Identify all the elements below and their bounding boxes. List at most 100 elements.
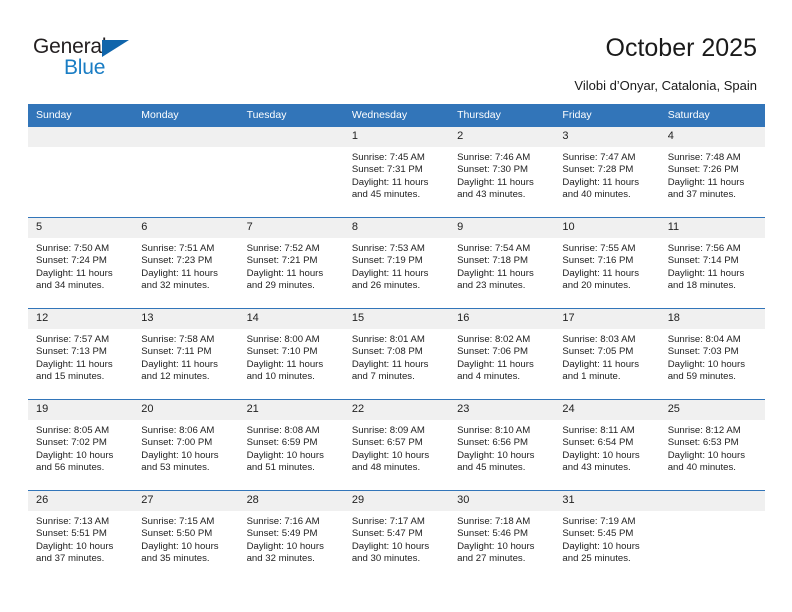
day-number: 4 bbox=[659, 127, 765, 147]
calendar-day-cell[interactable]: 15 Sunrise: 8:01 AM Sunset: 7:08 PM Dayligh… bbox=[343, 308, 450, 400]
day-number: 31 bbox=[554, 491, 660, 511]
daylight-text-line1: Daylight: 10 hours bbox=[667, 449, 746, 461]
day-cell-content: 2 Sunrise: 7:46 AM Sunset: 7:30 PM Daylight… bbox=[449, 127, 555, 217]
daylight-text-line2: and 1 minute. bbox=[562, 371, 621, 383]
calendar-day-cell[interactable]: 31 Sunrise: 7:19 AM Sunset: 5:45 PM Dayligh… bbox=[554, 490, 660, 581]
day-cell-content: 20 Sunrise: 8:06 AM Sunset: 7:00 PM Dayligh… bbox=[133, 400, 239, 490]
sunset-text: Sunset: 7:16 PM bbox=[562, 255, 634, 267]
calendar-week-row: 5 Sunrise: 7:50 AM Sunset: 7:24 PM Daylight… bbox=[28, 217, 765, 309]
sun-info: Sunrise: 8:06 AM Sunset: 7:00 PM Daylight:… bbox=[133, 420, 238, 475]
day-number: 16 bbox=[449, 309, 555, 329]
calendar-day-cell[interactable]: 10 Sunrise: 7:55 AM Sunset: 7:16 PM Dayligh… bbox=[554, 217, 660, 309]
logo-text-blue: Blue bbox=[64, 56, 106, 79]
calendar-day-cell[interactable]: 16 Sunrise: 8:02 AM Sunset: 7:06 PM Dayligh… bbox=[449, 308, 555, 400]
daylight-text-line2: and 4 minutes. bbox=[457, 371, 521, 383]
calendar-day-cell[interactable]: 14 Sunrise: 8:00 AM Sunset: 7:10 PM Dayligh… bbox=[238, 308, 344, 400]
page-subtitle: Vilobi d’Onyar, Catalonia, Spain bbox=[574, 78, 757, 93]
sun-info: Sunrise: 8:10 AM Sunset: 6:56 PM Daylight:… bbox=[449, 420, 554, 475]
calendar-day-cell[interactable]: 4 Sunrise: 7:48 AM Sunset: 7:26 PM Daylight… bbox=[659, 127, 765, 218]
sunrise-text: Sunrise: 7:51 AM bbox=[141, 243, 215, 254]
calendar-day-cell[interactable]: 9 Sunrise: 7:54 AM Sunset: 7:18 PM Daylight… bbox=[449, 217, 555, 309]
calendar-day-cell[interactable]: 19 Sunrise: 8:05 AM Sunset: 7:02 PM Dayligh… bbox=[28, 399, 134, 491]
daylight-text-line2: and 59 minutes. bbox=[667, 371, 736, 383]
sunset-text: Sunset: 7:28 PM bbox=[562, 164, 634, 176]
sunrise-text: Sunrise: 7:53 AM bbox=[351, 243, 425, 254]
day-number: 11 bbox=[659, 218, 765, 238]
daylight-text-line2: and 15 minutes. bbox=[36, 371, 105, 383]
calendar-day-cell[interactable]: 11 Sunrise: 7:56 AM Sunset: 7:14 PM Dayligh… bbox=[659, 217, 765, 309]
day-number: 20 bbox=[133, 400, 239, 420]
calendar-week-row: 12 Sunrise: 7:57 AM Sunset: 7:13 PM Dayligh… bbox=[28, 308, 765, 400]
sun-info: Sunrise: 7:18 AM Sunset: 5:46 PM Daylight:… bbox=[449, 511, 554, 566]
sunset-text: Sunset: 7:06 PM bbox=[457, 346, 529, 358]
sun-info: Sunrise: 7:16 AM Sunset: 5:49 PM Daylight:… bbox=[239, 511, 344, 566]
weekday-header-friday: Friday bbox=[554, 104, 660, 127]
day-number: 2 bbox=[449, 127, 555, 147]
calendar-day-cell[interactable]: 3 Sunrise: 7:47 AM Sunset: 7:28 PM Daylight… bbox=[554, 127, 660, 218]
sunrise-text: Sunrise: 7:48 AM bbox=[667, 152, 741, 163]
day-cell-content: 4 Sunrise: 7:48 AM Sunset: 7:26 PM Daylight… bbox=[659, 127, 765, 217]
calendar-day-cell[interactable]: 13 Sunrise: 7:58 AM Sunset: 7:11 PM Dayligh… bbox=[133, 308, 239, 400]
sunrise-text: Sunrise: 8:08 AM bbox=[246, 425, 320, 436]
daylight-text-line1: Daylight: 10 hours bbox=[457, 540, 535, 552]
daylight-text-line2: and 32 minutes. bbox=[246, 553, 315, 565]
sunset-text: Sunset: 7:02 PM bbox=[36, 437, 107, 449]
day-cell-content: 12 Sunrise: 7:57 AM Sunset: 7:13 PM Dayligh… bbox=[28, 309, 134, 399]
calendar-day-cell[interactable]: 7 Sunrise: 7:52 AM Sunset: 7:21 PM Daylight… bbox=[238, 217, 344, 309]
calendar-header-row: Sunday Monday Tuesday Wednesday Thursday… bbox=[28, 104, 765, 127]
day-number: 13 bbox=[133, 309, 239, 329]
calendar-page: General Blue October 2025 Vilobi d’Onyar… bbox=[0, 0, 792, 612]
calendar-day-cell[interactable]: 21 Sunrise: 8:08 AM Sunset: 6:59 PM Dayligh… bbox=[238, 399, 344, 491]
daylight-text-line1: Daylight: 11 hours bbox=[246, 267, 324, 279]
calendar-day-cell[interactable]: 1 Sunrise: 7:45 AM Sunset: 7:31 PM Daylight… bbox=[343, 127, 450, 218]
daylight-text-line2: and 7 minutes. bbox=[351, 371, 415, 383]
calendar-day-cell[interactable]: 6 Sunrise: 7:51 AM Sunset: 7:23 PM Daylight… bbox=[133, 217, 239, 309]
calendar-day-cell[interactable]: 22 Sunrise: 8:09 AM Sunset: 6:57 PM Dayligh… bbox=[343, 399, 450, 491]
calendar-day-cell[interactable]: 12 Sunrise: 7:57 AM Sunset: 7:13 PM Dayligh… bbox=[28, 308, 134, 400]
daylight-text-line1: Daylight: 10 hours bbox=[457, 449, 535, 461]
calendar-day-cell[interactable]: 23 Sunrise: 8:10 AM Sunset: 6:56 PM Dayligh… bbox=[449, 399, 555, 491]
day-cell-content: 10 Sunrise: 7:55 AM Sunset: 7:16 PM Dayligh… bbox=[554, 218, 660, 308]
calendar-day-cell[interactable]: 2 Sunrise: 7:46 AM Sunset: 7:30 PM Daylight… bbox=[449, 127, 555, 218]
day-number: 14 bbox=[238, 309, 344, 329]
sunset-text: Sunset: 7:18 PM bbox=[457, 255, 529, 267]
daylight-text-line1: Daylight: 11 hours bbox=[36, 267, 113, 279]
calendar-day-cell[interactable]: 25 Sunrise: 8:12 AM Sunset: 6:53 PM Dayligh… bbox=[659, 399, 765, 491]
daylight-text-line2: and 10 minutes. bbox=[246, 371, 315, 383]
calendar-day-cell[interactable]: 28 Sunrise: 7:16 AM Sunset: 5:49 PM Dayligh… bbox=[238, 490, 344, 581]
calendar-day-cell-empty bbox=[659, 490, 765, 581]
sunset-text: Sunset: 6:56 PM bbox=[457, 437, 529, 449]
sun-info: Sunrise: 8:08 AM Sunset: 6:59 PM Daylight:… bbox=[239, 420, 344, 475]
sun-info: Sunrise: 7:54 AM Sunset: 7:18 PM Daylight:… bbox=[449, 238, 554, 293]
daylight-text-line1: Daylight: 11 hours bbox=[562, 358, 640, 370]
calendar-day-cell[interactable]: 27 Sunrise: 7:15 AM Sunset: 5:50 PM Dayligh… bbox=[133, 490, 239, 581]
sunrise-text: Sunrise: 7:17 AM bbox=[351, 516, 425, 527]
daylight-text-line1: Daylight: 11 hours bbox=[667, 267, 745, 279]
sunrise-text: Sunrise: 8:04 AM bbox=[667, 334, 741, 345]
calendar-day-cell[interactable]: 18 Sunrise: 8:04 AM Sunset: 7:03 PM Dayligh… bbox=[659, 308, 765, 400]
calendar-day-cell[interactable]: 20 Sunrise: 8:06 AM Sunset: 7:00 PM Dayligh… bbox=[133, 399, 239, 491]
sunrise-text: Sunrise: 8:01 AM bbox=[351, 334, 425, 345]
calendar-day-cell[interactable]: 8 Sunrise: 7:53 AM Sunset: 7:19 PM Daylight… bbox=[343, 217, 450, 309]
sunset-text: Sunset: 7:14 PM bbox=[667, 255, 739, 267]
calendar-day-cell[interactable]: 26 Sunrise: 7:13 AM Sunset: 5:51 PM Dayligh… bbox=[28, 490, 134, 581]
day-cell-content: 27 Sunrise: 7:15 AM Sunset: 5:50 PM Dayligh… bbox=[133, 491, 239, 581]
calendar-day-cell[interactable]: 29 Sunrise: 7:17 AM Sunset: 5:47 PM Dayligh… bbox=[343, 490, 450, 581]
day-number: 22 bbox=[343, 400, 450, 420]
calendar-day-cell[interactable]: 24 Sunrise: 8:11 AM Sunset: 6:54 PM Dayligh… bbox=[554, 399, 660, 491]
day-number: 27 bbox=[133, 491, 239, 511]
general-blue-logo[interactable]: General Blue bbox=[33, 36, 183, 84]
sunset-text: Sunset: 7:21 PM bbox=[246, 255, 318, 267]
calendar-day-cell[interactable]: 5 Sunrise: 7:50 AM Sunset: 7:24 PM Daylight… bbox=[28, 217, 134, 309]
day-cell-content bbox=[133, 127, 239, 217]
calendar-day-cell[interactable]: 30 Sunrise: 7:18 AM Sunset: 5:46 PM Dayligh… bbox=[449, 490, 555, 581]
sunrise-text: Sunrise: 8:03 AM bbox=[562, 334, 636, 345]
daylight-text-line2: and 35 minutes. bbox=[141, 553, 210, 565]
daylight-text-line1: Daylight: 10 hours bbox=[246, 540, 324, 552]
sun-info: Sunrise: 7:15 AM Sunset: 5:50 PM Daylight:… bbox=[133, 511, 238, 566]
calendar-day-cell[interactable]: 17 Sunrise: 8:03 AM Sunset: 7:05 PM Dayligh… bbox=[554, 308, 660, 400]
daylight-text-line2: and 18 minutes. bbox=[667, 280, 736, 292]
sun-info: Sunrise: 7:58 AM Sunset: 7:11 PM Daylight:… bbox=[133, 329, 238, 384]
sun-info: Sunrise: 8:03 AM Sunset: 7:05 PM Daylight:… bbox=[554, 329, 659, 384]
calendar-week-row: 19 Sunrise: 8:05 AM Sunset: 7:02 PM Dayligh… bbox=[28, 399, 765, 491]
